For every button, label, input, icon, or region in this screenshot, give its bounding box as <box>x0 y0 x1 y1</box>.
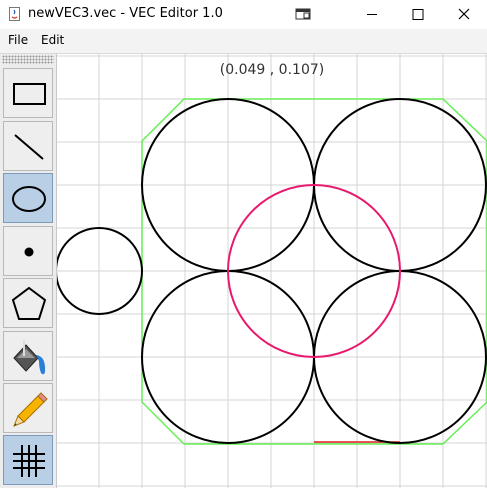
minimize-button[interactable] <box>349 0 395 29</box>
ellipse-icon <box>12 186 46 212</box>
canvas-grid <box>57 54 487 488</box>
menu-bar: File Edit <box>0 29 487 54</box>
rectangle-icon <box>13 83 46 105</box>
canvas-drawing <box>57 54 487 488</box>
grid-icon <box>13 445 45 477</box>
dot-icon <box>24 247 34 257</box>
minimize-icon <box>367 14 377 15</box>
maximize-icon <box>412 9 424 20</box>
java-app-icon <box>9 7 20 21</box>
paint-bucket-icon <box>13 340 46 375</box>
cursor-coordinates: (0.049 , 0.107) <box>219 62 325 78</box>
title-bar: newVEC3.vec - VEC Editor 1.0 <box>0 0 487 29</box>
pen-tool-button[interactable] <box>3 383 53 433</box>
close-window-button[interactable] <box>441 0 487 29</box>
fill-tool-button[interactable] <box>3 331 53 381</box>
window-title: newVEC3.vec - VEC Editor 1.0 <box>28 6 223 21</box>
pencil-icon <box>13 392 48 427</box>
close-icon <box>458 8 470 20</box>
tool-bar <box>0 54 57 488</box>
grid-tool-button[interactable] <box>3 435 53 485</box>
menu-edit[interactable]: Edit <box>41 33 64 47</box>
plot-tool-button[interactable] <box>3 226 53 276</box>
restore-window-icon <box>295 8 311 20</box>
line-tool-button[interactable] <box>3 121 53 171</box>
maximize-button[interactable] <box>395 0 441 29</box>
ellipse-tool-button[interactable] <box>3 173 53 223</box>
menu-file[interactable]: File <box>8 33 28 47</box>
toolbar-grip[interactable] <box>2 55 54 64</box>
polygon-tool-button[interactable] <box>3 278 53 328</box>
rectangle-tool-button[interactable] <box>3 68 53 118</box>
pentagon-icon <box>11 286 47 320</box>
restore-window-button[interactable] <box>280 0 326 29</box>
drawing-canvas[interactable]: (0.049 , 0.107) <box>57 54 487 488</box>
line-icon <box>14 134 44 160</box>
